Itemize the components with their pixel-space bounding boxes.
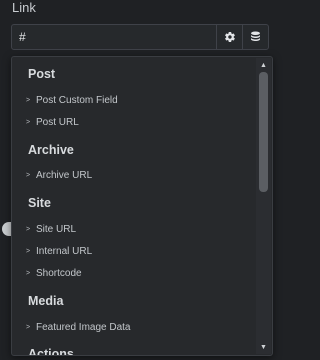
dynamic-tags-dropdown: Post > Post Custom Field > Post URL Arch… — [11, 56, 273, 356]
option-post-url[interactable]: > Post URL — [26, 117, 79, 129]
option-archive-url[interactable]: > Archive URL — [26, 170, 92, 182]
option-post-custom-field[interactable]: > Post Custom Field — [26, 95, 118, 107]
group-title-archive: Archive — [28, 143, 74, 157]
group-title-media: Media — [28, 294, 64, 308]
link-control-panel: Link Post > Post — [0, 0, 277, 360]
option-label: Archive URL — [36, 170, 93, 181]
link-field — [11, 24, 269, 50]
chevron-right-icon: > — [26, 324, 31, 331]
link-settings-button[interactable] — [216, 25, 242, 49]
group-title-site: Site — [28, 196, 51, 210]
dynamic-tags-button[interactable] — [242, 25, 268, 49]
option-label: Post Custom Field — [36, 95, 118, 106]
option-label: Internal URL — [36, 246, 93, 257]
option-label: Shortcode — [36, 268, 82, 279]
dropdown-scrollbar[interactable]: ▲ ▼ — [256, 58, 271, 354]
chevron-right-icon: > — [26, 172, 31, 179]
group-title-actions: Actions — [28, 347, 74, 355]
dropdown-list: Post > Post Custom Field > Post URL Arch… — [12, 57, 255, 355]
option-internal-url[interactable]: > Internal URL — [26, 246, 92, 258]
database-icon — [250, 31, 261, 43]
option-label: Post URL — [36, 117, 79, 128]
option-label: Site URL — [36, 224, 77, 235]
option-label: Featured Image Data — [36, 322, 131, 333]
chevron-right-icon: > — [26, 119, 31, 126]
chevron-right-icon: > — [26, 97, 31, 104]
chevron-right-icon: > — [26, 270, 31, 277]
link-label: Link — [12, 0, 36, 15]
link-url-input[interactable] — [12, 25, 216, 49]
gear-icon — [224, 31, 236, 43]
chevron-right-icon: > — [26, 226, 31, 233]
scroll-up-arrow-icon[interactable]: ▲ — [256, 59, 271, 71]
option-featured-image-data[interactable]: > Featured Image Data — [26, 322, 131, 334]
group-title-post: Post — [28, 67, 56, 81]
chevron-right-icon: > — [26, 248, 31, 255]
option-shortcode[interactable]: > Shortcode — [26, 268, 82, 280]
scroll-down-arrow-icon[interactable]: ▼ — [256, 341, 271, 353]
option-site-url[interactable]: > Site URL — [26, 224, 76, 236]
scroll-thumb[interactable] — [259, 72, 268, 192]
